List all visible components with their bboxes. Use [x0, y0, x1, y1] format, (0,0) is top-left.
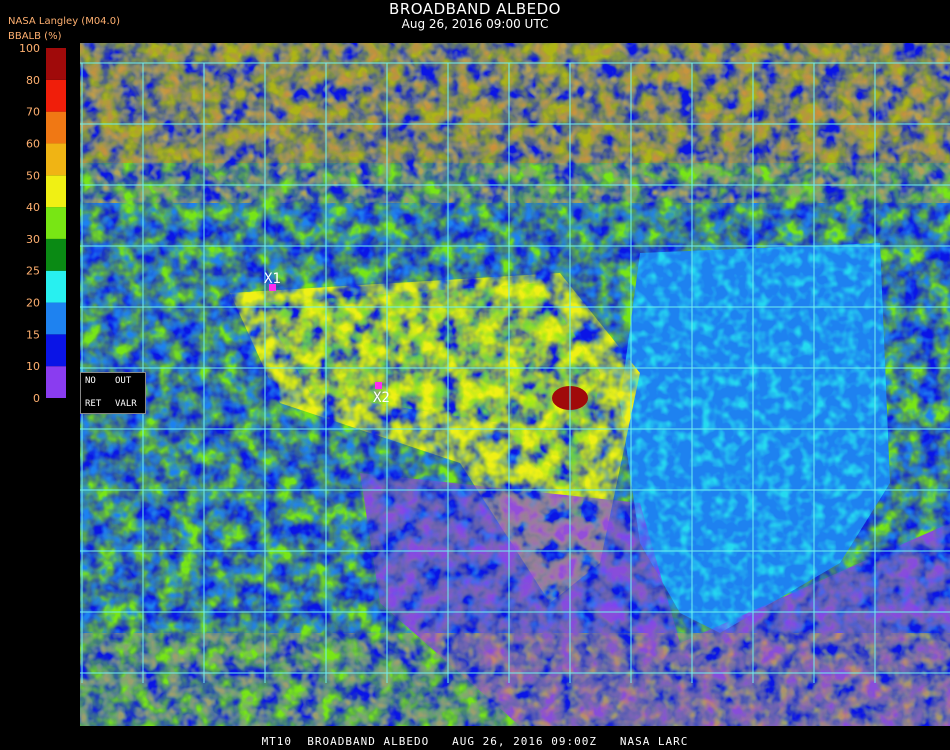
map-title: BROADBAND ALBEDO [389, 0, 561, 18]
status-legend-box: NO OUT RET VALR [80, 372, 146, 414]
colorbar-tick-label: 15 [26, 328, 40, 341]
albedo-field [80, 43, 950, 726]
colorbar-tick-label: 100 [19, 42, 40, 55]
colorbar-tick-label: 25 [26, 265, 40, 278]
status-ret: RET [85, 399, 102, 409]
colorbar-tick-label: 30 [26, 233, 40, 246]
colorbar-tick-label: 20 [26, 297, 40, 310]
colorbar-band [46, 175, 66, 208]
marker-label: X1 [264, 271, 281, 287]
footer-caption: MT10 BROADBAND ALBEDO AUG 26, 2016 09:00… [261, 735, 689, 748]
colorbar-band [46, 143, 66, 176]
colorbar: 100807060504030252015100 [19, 42, 66, 405]
colorbar-band [46, 366, 66, 398]
colorbar-tick-label: 50 [26, 169, 40, 182]
map-subtitle: Aug 26, 2016 09:00 UTC [401, 17, 549, 31]
colorbar-tick-label: 70 [26, 106, 40, 119]
status-no: NO [85, 376, 96, 386]
marker-label: X2 [373, 390, 390, 406]
albedo-map[interactable]: X1 X2 [80, 43, 950, 726]
org-label: NASA Langley (M04.0) [8, 16, 120, 27]
status-out: OUT [115, 376, 132, 386]
colorbar-band [46, 334, 66, 367]
colorbar-band [46, 238, 66, 271]
colorbar-tick-label: 0 [33, 392, 40, 405]
colorbar-band [46, 270, 66, 303]
colorbar-tick-label: 60 [26, 137, 40, 150]
marker-point[interactable] [375, 382, 382, 389]
colorbar-band [46, 302, 66, 335]
status-valr: VALR [115, 399, 137, 409]
colorbar-band [46, 79, 66, 112]
colorbar-band [46, 207, 66, 239]
colorbar-band [46, 111, 66, 144]
colorbar-tick-label: 40 [26, 201, 40, 214]
colorbar-band [46, 48, 66, 80]
colorbar-tick-label: 80 [26, 74, 40, 87]
colorbar-tick-label: 10 [26, 360, 40, 373]
